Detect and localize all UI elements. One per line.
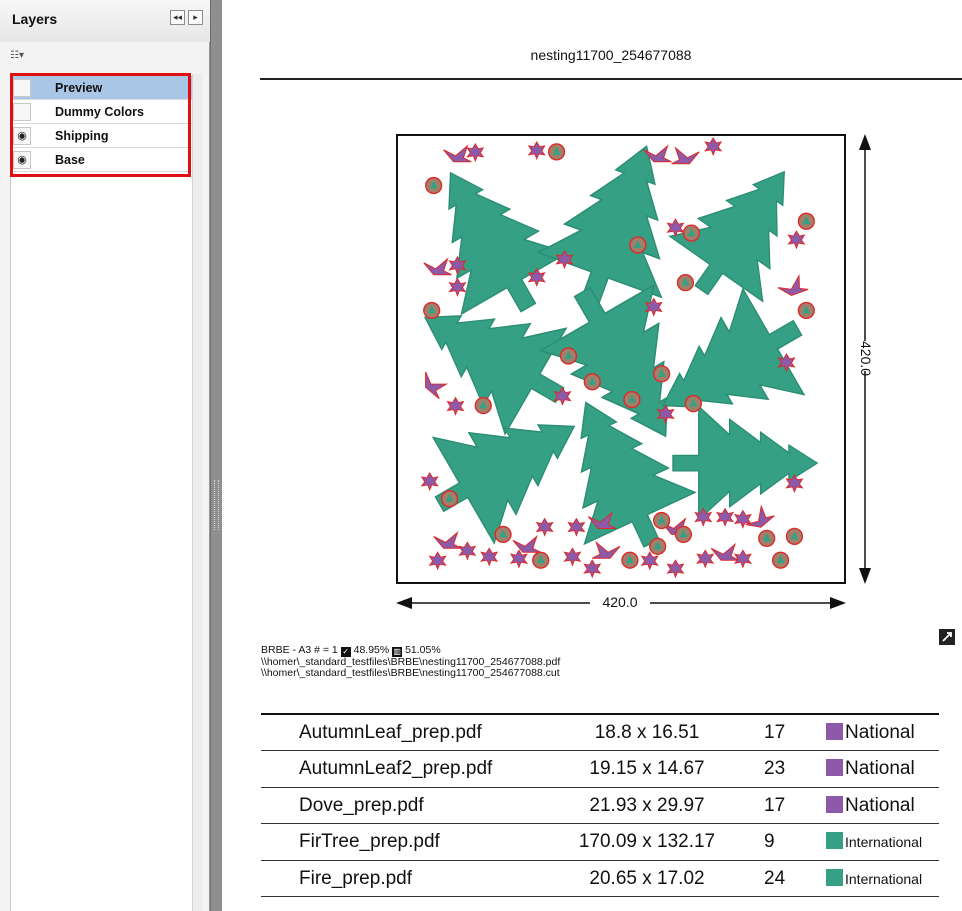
part-size: 19.15 x 14.67 [589, 758, 705, 780]
part-qty: 9 [764, 831, 775, 853]
layer-name: Dummy Colors [55, 105, 144, 119]
part-category: National [826, 795, 915, 817]
width-dimension-label: 420.0 [590, 594, 650, 610]
visibility-toggle-empty[interactable] [13, 103, 31, 121]
waste-percent: 51.05% [405, 644, 441, 656]
part-size: 21.93 x 29.97 [589, 794, 705, 816]
table-row: Fire_prep.pdf 20.65 x 17.02 24 Internati… [261, 861, 939, 897]
layer-options-icon[interactable]: ☷▾ [10, 50, 38, 66]
part-qty: 23 [764, 758, 786, 780]
title-divider [260, 78, 962, 80]
category-label: International [845, 834, 923, 851]
table-row: AutumnLeaf2_prep.pdf 19.15 x 14.67 23 Na… [261, 751, 939, 788]
resize-corner-icon[interactable] [937, 627, 957, 647]
layer-row-preview[interactable]: Preview [11, 76, 193, 100]
part-file: Dove_prep.pdf [299, 794, 424, 816]
part-category: National [826, 722, 915, 744]
eye-icon[interactable]: ◉ [13, 127, 31, 145]
splitter-grip[interactable] [214, 480, 219, 530]
layers-panel-title: Layers [12, 11, 58, 27]
app-window: Layers ◂◂ ▸ ☷▾ Preview Dummy Colors ◉ Sh… [0, 0, 962, 911]
sheet-label: BRBE - A3 # = 1 [261, 644, 338, 656]
parts-table: AutumnLeaf_prep.pdf 18.8 x 16.51 17 Nati… [261, 713, 939, 897]
layers-panel-header: Layers ◂◂ ▸ [0, 0, 210, 42]
layer-list: Preview Dummy Colors ◉ Shipping ◉ Base [10, 74, 193, 911]
cut-path: \\homer\_standard_testfiles\BRBE\nesting… [261, 667, 560, 679]
table-row: AutumnLeaf_prep.pdf 18.8 x 16.51 17 Nati… [261, 715, 939, 752]
category-label: National [845, 758, 915, 780]
layer-row-dummy-colors[interactable]: Dummy Colors [11, 100, 193, 124]
chevron-right-icon[interactable]: ▸ [188, 10, 203, 25]
category-swatch [826, 868, 843, 886]
part-size: 170.09 x 132.17 [578, 831, 716, 853]
nesting-layout-graphic [398, 136, 832, 578]
part-file: AutumnLeaf2_prep.pdf [299, 758, 493, 780]
category-swatch [826, 723, 843, 740]
category-swatch [826, 759, 843, 777]
category-label: International [845, 870, 923, 887]
used-percent: 48.95% [353, 644, 390, 656]
layer-name: Preview [55, 81, 103, 95]
table-row: Dove_prep.pdf 21.93 x 29.97 17 National [261, 788, 939, 825]
part-file: FirTree_prep.pdf [299, 831, 440, 853]
part-category: International [826, 831, 922, 853]
part-category: National [826, 758, 915, 780]
visibility-toggle-empty[interactable] [13, 79, 31, 97]
part-qty: 17 [764, 794, 786, 816]
part-category: International [826, 868, 922, 890]
layer-row-shipping[interactable]: ◉ Shipping [11, 124, 193, 148]
layer-name: Shipping [55, 129, 109, 143]
height-dimension-label: 420.0 [858, 341, 874, 377]
layers-panel: Layers ◂◂ ▸ ☷▾ Preview Dummy Colors ◉ Sh… [0, 0, 210, 911]
eye-icon[interactable]: ◉ [13, 151, 31, 169]
category-label: National [845, 794, 915, 816]
nesting-sheet [396, 134, 846, 584]
category-swatch [826, 832, 843, 850]
double-chevron-left-icon[interactable]: ◂◂ [170, 10, 185, 25]
part-size: 18.8 x 16.51 [594, 722, 700, 743]
part-qty: 17 [764, 722, 786, 743]
document-title: nesting11700_254677088 [530, 47, 692, 63]
part-file: AutumnLeaf_prep.pdf [299, 722, 482, 743]
nesting-info: BRBE - A3 # = 1 ✓ 48.95% ▥ 51.05% \\home… [261, 645, 560, 679]
part-size: 20.65 x 17.02 [589, 867, 705, 889]
part-qty: 24 [764, 867, 786, 889]
panel-splitter[interactable] [210, 0, 222, 911]
category-label: National [845, 722, 915, 743]
category-swatch [826, 795, 843, 813]
part-file: Fire_prep.pdf [299, 867, 413, 889]
layer-name: Base [55, 153, 85, 167]
table-row: FirTree_prep.pdf 170.09 x 132.17 9 Inter… [261, 824, 939, 861]
layer-list-scrollbar[interactable] [192, 74, 202, 911]
layer-row-base[interactable]: ◉ Base [11, 148, 193, 172]
